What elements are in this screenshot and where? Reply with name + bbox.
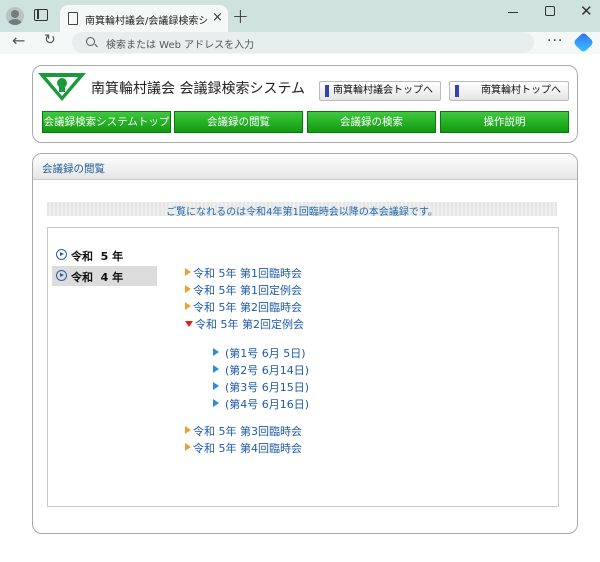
address-input[interactable]: 検索または Web アドレスを入力 (72, 32, 534, 53)
session-label: 令和 5年 第3回臨時会 (193, 425, 302, 438)
browser-tab[interactable]: 南箕輪村議会/会議録検索システム × (60, 5, 228, 32)
play-circle-icon (56, 270, 67, 281)
bullet-arrow-icon (213, 348, 219, 356)
bullet-arrow-icon (213, 382, 219, 390)
collapsed-arrow-icon (185, 426, 191, 434)
nav-search-minutes[interactable]: 会議録の検索 (307, 111, 436, 133)
session-item[interactable]: 令和 5年 第2回臨時会 (185, 299, 302, 315)
minimize-icon[interactable] (508, 12, 518, 13)
issue-label: (第2号 6月14日) (225, 364, 310, 377)
page-document-icon (68, 12, 78, 25)
more-menu-icon[interactable]: ··· (547, 33, 563, 49)
collapsed-arrow-icon (185, 443, 191, 451)
session-label: 令和 5年 第4回臨時会 (193, 442, 302, 455)
copilot-icon[interactable] (572, 31, 595, 54)
bullet-arrow-icon (213, 365, 219, 373)
panel-heading-bar: 会議録の閲覧 (33, 154, 577, 180)
session-item[interactable]: 令和 5年 第4回臨時会 (185, 440, 302, 456)
council-top-link[interactable]: 南箕輪村議会トップへ (319, 81, 441, 101)
session-item-expanded[interactable]: 令和 5年 第2回定例会 (185, 316, 304, 332)
browser-tab-bar: 南箕輪村議会/会議録検索システム × + ✕ (0, 0, 600, 32)
notice-text: ご覧になれるのは令和4年第1回臨時会以降の本会議録です。 (166, 207, 438, 218)
year-tab-r4[interactable]: 令和 4 年 (52, 266, 157, 286)
issue-label: (第3号 6月15日) (225, 381, 310, 394)
issue-label: (第1号 6月 5日) (225, 347, 306, 360)
session-label: 令和 5年 第1回臨時会 (193, 267, 302, 280)
nav-instructions[interactable]: 操作説明 (440, 111, 569, 133)
collapsed-arrow-icon (185, 302, 191, 310)
session-item[interactable]: 令和 5年 第1回定例会 (185, 282, 302, 298)
minutes-issue-link[interactable]: (第3号 6月15日) (213, 379, 309, 395)
session-item[interactable]: 令和 5年 第1回臨時会 (185, 265, 302, 281)
issue-label: (第4号 6月16日) (225, 398, 310, 411)
session-label: 令和 5年 第2回定例会 (195, 318, 304, 331)
profile-avatar-icon[interactable] (6, 7, 24, 25)
panel-heading: 会議録の閲覧 (42, 163, 105, 175)
bullet-arrow-icon (213, 399, 219, 407)
notice-bar: ご覧になれるのは令和4年第1回臨時会以降の本会議録です。 (47, 202, 557, 218)
minutes-issue-link[interactable]: (第4号 6月16日) (213, 396, 309, 412)
year-label: 令和 4 年 (71, 271, 124, 284)
refresh-icon[interactable]: ↻ (44, 32, 56, 48)
search-icon (86, 37, 95, 46)
site-title: 南箕輪村議会 会議録検索システム (91, 81, 306, 97)
new-tab-button[interactable]: + (232, 4, 249, 28)
back-arrow-icon[interactable]: ← (12, 31, 25, 50)
close-window-icon[interactable]: ✕ (580, 2, 593, 20)
session-item[interactable]: 令和 5年 第3回臨時会 (185, 423, 302, 439)
tab-close-icon[interactable]: × (212, 10, 223, 25)
expanded-arrow-icon (185, 321, 193, 327)
maximize-icon[interactable] (545, 6, 555, 16)
collapsed-arrow-icon (185, 285, 191, 293)
nav-browse-minutes[interactable]: 会議録の閲覧 (174, 111, 303, 133)
nav-search-system-top[interactable]: 会議録検索システムトップ (42, 111, 171, 133)
address-bar-row: ← ↻ 検索または Web アドレスを入力 ··· (0, 31, 600, 54)
tab-actions-icon[interactable] (34, 9, 48, 21)
address-placeholder: 検索または Web アドレスを入力 (106, 40, 255, 51)
play-circle-icon (56, 249, 67, 260)
session-label: 令和 5年 第1回定例会 (193, 284, 302, 297)
site-header: 南箕輪村議会 会議録検索システム 南箕輪村議会トップへ 南箕輪村トップへ 会議録… (32, 65, 578, 143)
session-label: 令和 5年 第2回臨時会 (193, 301, 302, 314)
collapsed-arrow-icon (185, 268, 191, 276)
village-emblem-logo (38, 73, 86, 101)
browse-panel: 会議録の閲覧 ご覧になれるのは令和4年第1回臨時会以降の本会議録です。 令和 5… (32, 153, 578, 534)
tab-title: 南箕輪村議会/会議録検索システム (85, 16, 207, 27)
minutes-issue-link[interactable]: (第1号 6月 5日) (213, 345, 306, 361)
year-tab-r5[interactable]: 令和 5 年 (52, 245, 157, 265)
year-label: 令和 5 年 (71, 250, 124, 263)
minutes-issue-link[interactable]: (第2号 6月14日) (213, 362, 309, 378)
village-top-link[interactable]: 南箕輪村トップへ (449, 81, 569, 101)
page-viewport: 南箕輪村議会 会議録検索システム 南箕輪村議会トップへ 南箕輪村トップへ 会議録… (0, 54, 600, 562)
